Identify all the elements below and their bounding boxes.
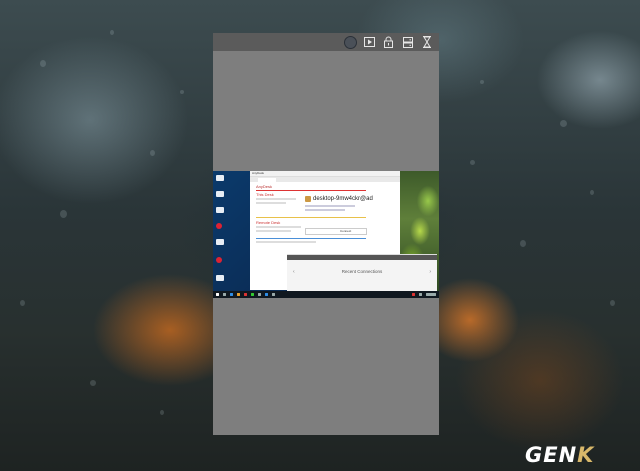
taskbar-icon[interactable] [244, 293, 247, 296]
recent-tabs [287, 255, 437, 260]
taskbar-icon[interactable] [272, 293, 275, 296]
desktop-shortcut-icon[interactable] [216, 175, 224, 181]
remote-desktop-view[interactable]: AnyDesk AnyDesk This Desk desktop-9mw4ck… [213, 171, 439, 298]
connect-button[interactable]: Connect [340, 229, 351, 233]
this-desk-address: desktop-9mw4ckr@ad [313, 196, 373, 202]
remote-address-input[interactable] [305, 228, 367, 235]
windows-taskbar [213, 291, 439, 298]
this-desk-title: This Desk [256, 192, 274, 197]
anydesk-heading: AnyDesk [256, 184, 273, 189]
remote-desk-title: Remote Desk [256, 220, 281, 225]
tray-icon[interactable] [419, 293, 422, 296]
anydesk-window[interactable]: AnyDesk AnyDesk This Desk desktop-9mw4ck… [250, 171, 437, 291]
taskbar-icon[interactable] [237, 293, 240, 296]
lock-icon[interactable] [382, 36, 395, 49]
hourglass-icon[interactable] [420, 36, 433, 49]
storage-icon[interactable] [401, 36, 414, 49]
this-desk-avatar [305, 196, 311, 202]
phone-screen: AnyDesk AnyDesk This Desk desktop-9mw4ck… [213, 33, 439, 435]
taskbar-icon[interactable] [230, 293, 233, 296]
app-shortcut-icon[interactable] [216, 257, 222, 263]
anydesk-tab[interactable] [258, 177, 276, 182]
play-icon[interactable] [363, 36, 376, 49]
desktop-shortcut-icon[interactable] [216, 191, 224, 197]
recent-connections-panel: ‹ Recent Connections › [287, 254, 437, 291]
genk-logo: GENK [525, 443, 595, 467]
next-arrow-icon[interactable]: › [429, 269, 431, 275]
clock[interactable] [426, 293, 436, 296]
taskbar-icon[interactable] [265, 293, 268, 296]
phone-toolbar [213, 33, 439, 51]
recent-connections-label: Recent Connections [341, 269, 383, 274]
avatar-icon[interactable] [344, 35, 357, 49]
anydesk-shortcut-icon[interactable] [216, 223, 222, 229]
desktop-shortcut-icon[interactable] [216, 239, 224, 245]
desktop-shortcut-icon[interactable] [216, 207, 224, 213]
tray-icon[interactable] [412, 293, 415, 296]
start-icon[interactable] [216, 293, 219, 296]
taskbar-icon[interactable] [223, 293, 226, 296]
desktop-shortcut-icon[interactable] [216, 275, 224, 281]
taskbar-icon[interactable] [251, 293, 254, 296]
anydesk-title: AnyDesk [252, 171, 265, 175]
taskbar-icon[interactable] [258, 293, 261, 296]
